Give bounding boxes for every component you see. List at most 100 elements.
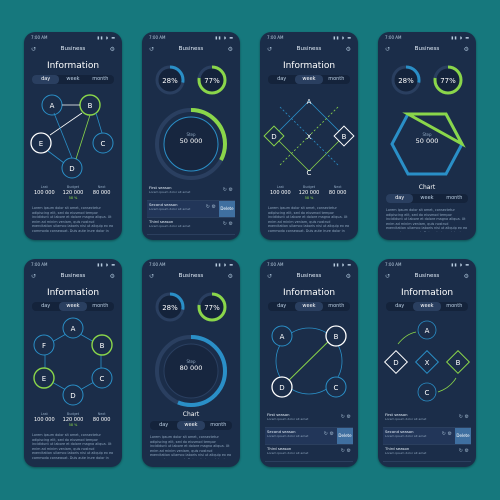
node-label: D <box>70 392 75 400</box>
stat-value: 100 000 <box>33 417 55 423</box>
tab-week[interactable]: week <box>413 194 440 203</box>
gear-icon[interactable]: ⚙ <box>464 273 469 280</box>
refresh-icon[interactable]: ↻ ⚙ <box>223 221 233 227</box>
list-item[interactable]: Second season Lorem ipsum dolor sit amet ↻… <box>383 428 471 445</box>
status-bar: 7:00 AM ▮▮ ◗ ▬ <box>385 35 470 41</box>
gear-icon[interactable]: ⚙ <box>110 46 115 53</box>
list-item[interactable]: Third season Lorem ipsum dolor sit amet ↻ … <box>265 445 353 462</box>
gear-icon[interactable]: ⚙ <box>346 46 351 53</box>
tab-month[interactable]: month <box>323 302 350 311</box>
back-icon[interactable]: ↺ <box>31 46 36 53</box>
status-bar: 7:00 AM ▮▮ ◗ ▬ <box>385 262 470 268</box>
tab-month[interactable]: month <box>205 421 232 430</box>
back-icon[interactable]: ↺ <box>385 273 390 280</box>
phone-steps-seasons: 7:00 AM ▮▮ ◗ ▬ ↺ Business ⚙ 28% 77% Step 50 … <box>142 32 240 240</box>
delete-button[interactable]: Delete <box>337 428 353 444</box>
status-bar: 7:00 AM ▮▮ ◗ ▬ <box>31 35 116 41</box>
steps-value: 50 000 <box>415 137 439 145</box>
back-icon[interactable]: ↺ <box>149 46 154 53</box>
list-item[interactable]: First season Lorem ipsum dolor sit amet ↻ … <box>383 411 471 428</box>
tab-bar: day week month <box>386 194 468 203</box>
percent-rings: 28% 77% <box>155 65 227 95</box>
list-item[interactable]: First season Lorem ipsum dolor sit amet ↻ … <box>147 184 235 201</box>
tab-week[interactable]: week <box>295 302 323 311</box>
back-icon[interactable]: ↺ <box>267 46 272 53</box>
node-label: F <box>42 342 46 350</box>
ring-value: 28% <box>162 304 178 312</box>
stat-label: Last <box>40 412 48 416</box>
tab-month[interactable]: month <box>87 75 114 84</box>
tab-day[interactable]: day <box>32 302 59 311</box>
tab-month[interactable]: month <box>87 302 114 311</box>
header-title: Business <box>296 273 322 279</box>
description-text: Lorem ipsum dolor sit amet, consectetur … <box>268 206 350 232</box>
tab-month[interactable]: month <box>441 302 468 311</box>
tab-day[interactable]: day <box>32 75 60 84</box>
season-sub: Lorem ipsum dolor sit amet <box>385 451 427 455</box>
refresh-icon[interactable]: ↻ ⚙ <box>206 204 216 210</box>
ring-value: 77% <box>440 77 456 85</box>
stat-percent: 58 % <box>304 196 314 200</box>
refresh-icon[interactable]: ↻ ⚙ <box>341 448 351 454</box>
back-icon[interactable]: ↺ <box>31 273 36 280</box>
stat-label: Budget <box>302 185 316 189</box>
status-time: 7:00 AM <box>149 35 166 40</box>
page-title: Information <box>46 288 100 298</box>
list-item[interactable]: Second season Lorem ipsum dolor sit amet ↻… <box>147 201 235 218</box>
header: ↺ Business ⚙ <box>378 46 476 56</box>
back-icon[interactable]: ↺ <box>385 46 390 53</box>
tab-day[interactable]: day <box>268 302 295 311</box>
status-icons: ▮▮ ◗ ▬ <box>215 262 234 267</box>
refresh-icon[interactable]: ↻ ⚙ <box>223 187 233 193</box>
back-icon[interactable]: ↺ <box>149 273 154 280</box>
percent-rings: 28% 77% <box>391 65 463 95</box>
page-title: Information <box>282 61 336 71</box>
gear-icon[interactable]: ⚙ <box>110 273 115 280</box>
tab-week[interactable]: week <box>59 75 86 84</box>
header-title: Business <box>178 273 204 279</box>
gear-icon[interactable]: ⚙ <box>228 46 233 53</box>
stats-row: Last 100 000 Budget 120 000 58 % Next 80 000 <box>266 185 352 200</box>
tab-day[interactable]: day <box>268 75 295 84</box>
status-bar: 7:00 AM ▮▮ ◗ ▬ <box>267 262 352 268</box>
list-item[interactable]: Third season Lorem ipsum dolor sit amet ↻ … <box>147 218 235 235</box>
tab-week[interactable]: week <box>413 302 441 311</box>
gear-icon[interactable]: ⚙ <box>228 273 233 280</box>
refresh-icon[interactable]: ↻ ⚙ <box>442 431 452 437</box>
back-icon[interactable]: ↺ <box>267 273 272 280</box>
refresh-icon[interactable]: ↻ ⚙ <box>341 414 351 420</box>
list-item[interactable]: Second season Lorem ipsum dolor sit amet ↻… <box>265 428 353 445</box>
season-list: First season Lorem ipsum dolor sit amet ↻ … <box>383 411 471 462</box>
percent-rings: 28% 77% <box>155 292 227 322</box>
list-item[interactable]: First season Lorem ipsum dolor sit amet ↻ … <box>265 411 353 428</box>
phone-info-diamond: 7:00 AM ▮▮ ◗ ▬ ↺ Business ⚙ Information day… <box>260 32 358 240</box>
tab-week[interactable]: week <box>177 421 205 430</box>
status-time: 7:00 AM <box>31 35 48 40</box>
tab-day[interactable]: day <box>386 194 414 203</box>
steps-readout: Step 50 000 <box>142 132 240 145</box>
tab-day[interactable]: day <box>386 302 413 311</box>
tab-month[interactable]: month <box>441 194 468 203</box>
edge <box>53 112 73 159</box>
list-item[interactable]: Third season Lorem ipsum dolor sit amet ↻ … <box>383 445 471 462</box>
refresh-icon[interactable]: ↻ ⚙ <box>459 448 469 454</box>
gear-icon[interactable]: ⚙ <box>346 273 351 280</box>
delete-button[interactable]: Delete <box>219 201 235 217</box>
tab-week[interactable]: week <box>59 302 87 311</box>
node-label: D <box>279 384 284 392</box>
node-label: X <box>307 133 312 141</box>
tab-month[interactable]: month <box>323 75 350 84</box>
status-time: 7:00 AM <box>267 35 284 40</box>
season-sub: Lorem ipsum dolor sit amet <box>267 451 309 455</box>
gear-icon[interactable]: ⚙ <box>464 46 469 53</box>
tab-day[interactable]: day <box>150 421 177 430</box>
refresh-icon[interactable]: ↻ ⚙ <box>459 414 469 420</box>
edge <box>95 112 103 134</box>
node-graph: A B C D E F <box>33 317 113 406</box>
refresh-icon[interactable]: ↻ ⚙ <box>324 431 334 437</box>
node-label: C <box>425 389 430 397</box>
delete-button[interactable]: Delete <box>455 428 471 444</box>
status-time: 7:00 AM <box>31 262 48 267</box>
description-text: Lorem ipsum dolor sit amet, consectetur … <box>32 433 114 459</box>
tab-week[interactable]: week <box>295 75 323 84</box>
